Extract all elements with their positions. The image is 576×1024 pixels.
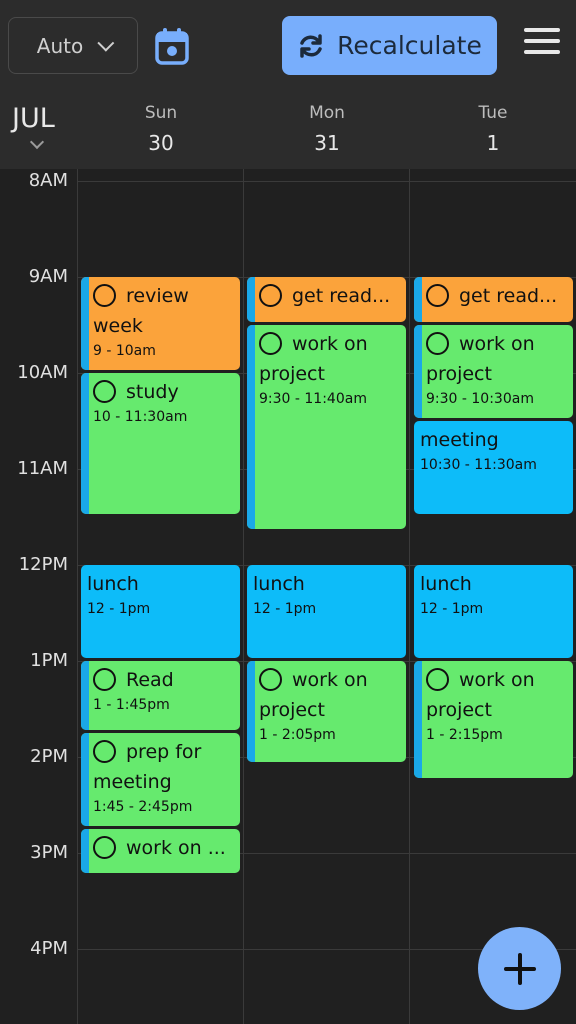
menu-button[interactable] — [524, 28, 560, 64]
event-title: meeting — [420, 429, 499, 451]
event-time: 12 - 1pm — [420, 601, 484, 617]
task-checkbox[interactable] — [259, 284, 282, 307]
day-header-sun[interactable]: Sun 30 — [78, 103, 244, 155]
event-title: get read... — [292, 285, 391, 307]
grid-divider — [243, 169, 244, 1024]
task-checkbox[interactable] — [426, 332, 449, 355]
event-card[interactable]: work on ... — [81, 829, 240, 873]
event-card[interactable]: get read... — [414, 277, 573, 322]
event-time: 1 - 2:05pm — [259, 727, 336, 743]
day-name: Sun — [144, 103, 178, 123]
day-date: 31 — [314, 131, 340, 155]
task-checkbox[interactable] — [259, 332, 282, 355]
event-time: 10 - 11:30am — [93, 409, 188, 425]
calendar-button[interactable] — [152, 25, 192, 67]
event-time: 10:30 - 11:30am — [420, 457, 537, 473]
day-header-tue[interactable]: Tue 1 — [410, 103, 576, 155]
day-name: Mon — [309, 103, 345, 123]
day-date: 30 — [148, 131, 174, 155]
event-title: work on ... — [126, 837, 226, 859]
task-checkbox[interactable] — [426, 668, 449, 691]
hour-label: 12PM — [18, 554, 68, 575]
task-checkbox[interactable] — [93, 380, 116, 403]
event-card[interactable]: lunch 12 - 1pm — [414, 565, 573, 658]
event-card[interactable]: meeting 10:30 - 11:30am — [414, 421, 573, 514]
event-title: Read — [126, 669, 174, 691]
hour-label: 9AM — [28, 266, 68, 287]
event-card[interactable]: prep for meeting 1:45 - 2:45pm — [81, 733, 240, 826]
event-time: 1 - 2:15pm — [426, 727, 503, 743]
event-card[interactable]: Read 1 - 1:45pm — [81, 661, 240, 730]
event-title: lunch — [253, 573, 305, 595]
calendar-grid[interactable]: 8AM 9AM 10AM 11AM 12PM 1PM 2PM 3PM 4PM r… — [0, 169, 576, 1024]
hour-label: 3PM — [30, 842, 68, 863]
chevron-down-icon — [97, 34, 115, 52]
task-checkbox[interactable] — [93, 740, 116, 763]
event-card[interactable]: lunch 12 - 1pm — [247, 565, 406, 658]
chevron-down-icon[interactable] — [29, 134, 45, 150]
event-time: 12 - 1pm — [253, 601, 317, 617]
task-checkbox[interactable] — [93, 668, 116, 691]
top-bar: Auto Recalculate — [0, 0, 576, 95]
day-date: 1 — [486, 131, 500, 155]
event-time: 12 - 1pm — [87, 601, 151, 617]
calendar-icon — [155, 28, 189, 65]
hour-label: 4PM — [30, 938, 68, 959]
hour-line — [78, 181, 576, 182]
event-card[interactable]: work on project 1 - 2:05pm — [247, 661, 406, 762]
event-card[interactable]: get read... — [247, 277, 406, 322]
event-time: 9:30 - 10:30am — [426, 391, 534, 407]
event-card[interactable]: work on project 9:30 - 11:40am — [247, 325, 406, 529]
grid-divider — [77, 169, 78, 1024]
refresh-icon — [300, 33, 322, 58]
event-title: lunch — [87, 573, 139, 595]
day-header: JUL Sun 30 Mon 31 Tue 1 — [0, 95, 576, 169]
task-checkbox[interactable] — [426, 284, 449, 307]
add-button[interactable] — [478, 927, 561, 1010]
hour-label: 11AM — [17, 458, 68, 479]
event-time: 9 - 10am — [93, 343, 156, 359]
hour-label: 10AM — [17, 362, 68, 383]
task-checkbox[interactable] — [259, 668, 282, 691]
hour-label: 1PM — [30, 650, 68, 671]
event-time: 1:45 - 2:45pm — [93, 799, 193, 815]
day-name: Tue — [478, 103, 508, 123]
event-title: study — [126, 381, 179, 403]
plus-icon — [503, 952, 536, 985]
grid-divider — [409, 169, 410, 1024]
recalculate-button[interactable]: Recalculate — [282, 16, 497, 75]
event-card[interactable]: work on project 9:30 - 10:30am — [414, 325, 573, 418]
event-time: 1 - 1:45pm — [93, 697, 170, 713]
recalculate-label: Recalculate — [337, 31, 482, 60]
hour-label: 8AM — [28, 170, 68, 191]
event-title: lunch — [420, 573, 472, 595]
month-label[interactable]: JUL — [12, 103, 55, 134]
event-title: get read... — [459, 285, 558, 307]
task-checkbox[interactable] — [93, 284, 116, 307]
task-checkbox[interactable] — [93, 836, 116, 859]
event-card[interactable]: review week 9 - 10am — [81, 277, 240, 370]
mode-dropdown[interactable]: Auto — [8, 17, 138, 74]
day-header-mon[interactable]: Mon 31 — [244, 103, 410, 155]
event-card[interactable]: study 10 - 11:30am — [81, 373, 240, 514]
mode-dropdown-value: Auto — [36, 33, 84, 58]
menu-icon — [524, 28, 560, 54]
event-time: 9:30 - 11:40am — [259, 391, 367, 407]
event-card[interactable]: lunch 12 - 1pm — [81, 565, 240, 658]
event-card[interactable]: work on project 1 - 2:15pm — [414, 661, 573, 778]
hour-label: 2PM — [30, 746, 68, 767]
